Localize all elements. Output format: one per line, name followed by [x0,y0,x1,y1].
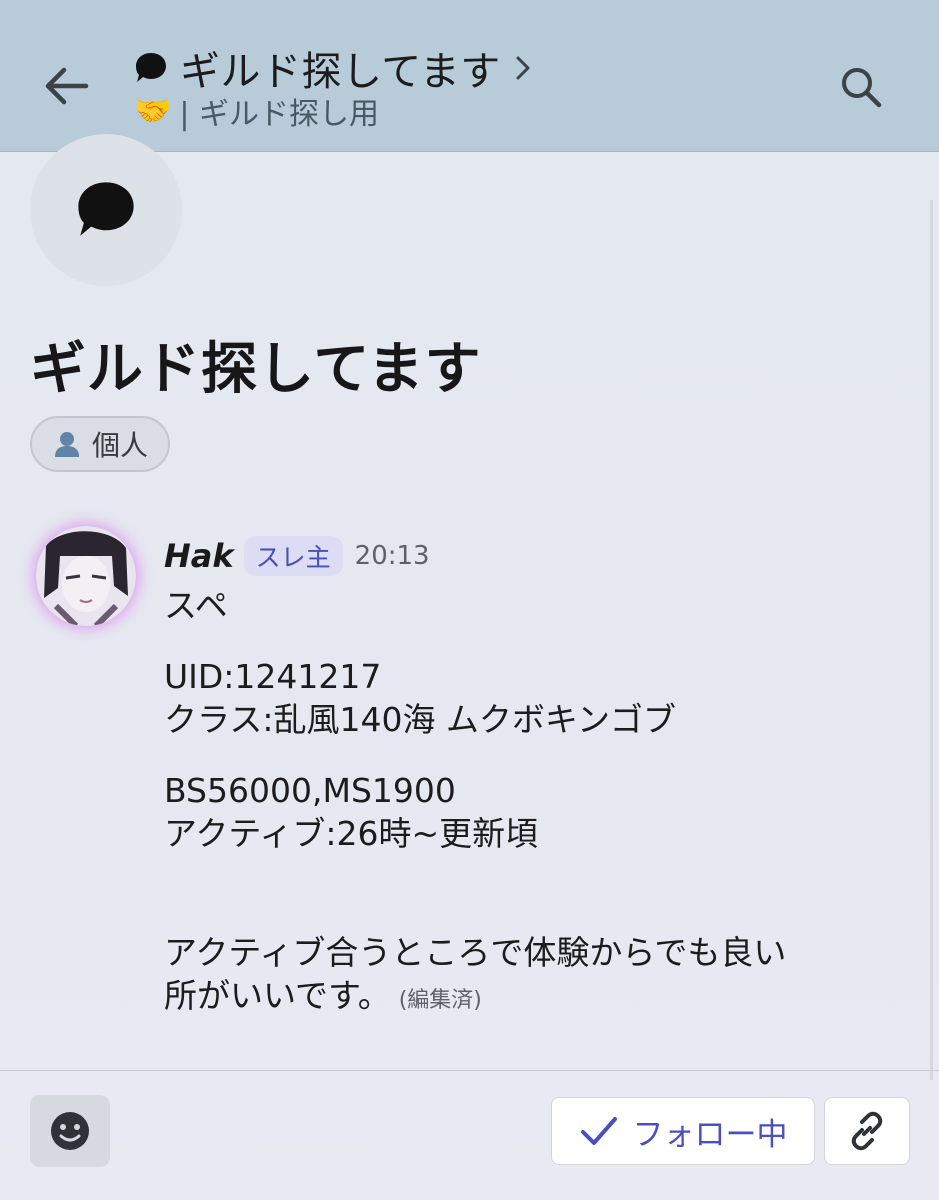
message-line: BS56000,MS1900 [164,771,456,810]
speech-bubble-icon [78,182,134,236]
channel-title-row[interactable]: ギルド探してます [132,42,533,95]
scrollbar-track [930,200,933,1080]
message-line: スペ [164,586,228,625]
message-line: アクティブ合うところで体験からでも良い [164,933,787,972]
message-line-last: 所がいいです。 (編集済) [164,974,904,1022]
op-badge: スレ主 [243,536,343,576]
person-icon [54,432,79,457]
thread-tag-label: 個人 [91,429,148,462]
smiley-icon [51,1112,89,1150]
follow-button[interactable]: フォロー中 [551,1097,815,1165]
channel-subtitle-row: 🤝 | ギルド探し用 [134,92,380,133]
message-line: UID:1241217 [164,657,382,696]
chevron-right-icon [516,56,530,80]
arrow-left-icon [45,67,89,105]
speech-bubble-icon [136,53,166,82]
message-body: スペ UID:1241217 クラス:乱風140海 ムクボキンゴブ BS5600… [164,584,904,1022]
channel-subtitle: | ギルド探し用 [179,97,380,132]
thread-title: ギルド探してます [30,337,482,402]
edited-label: (編集済) [398,988,482,1013]
handshake-icon: 🤝 [134,93,172,129]
checkmark-icon [580,1117,617,1145]
avatar[interactable] [36,526,136,626]
thread-icon-avatar [30,134,182,286]
message-line: アクティブ:26時~更新頃 [164,814,539,853]
top-bar: ギルド探してます 🤝 | ギルド探し用 [0,0,939,152]
message-line-text: 所がいいです。 [164,976,391,1015]
search-button[interactable] [832,58,890,116]
thread-tag[interactable]: 個人 [30,416,170,472]
link-icon [851,1111,883,1151]
back-button[interactable] [38,58,94,114]
reaction-button[interactable] [30,1095,110,1167]
message-header: Hak スレ主 20:13 [164,534,430,578]
follow-button-label: フォロー中 [632,1116,788,1153]
message-timestamp: 20:13 [354,541,430,571]
author-name[interactable]: Hak [164,537,234,575]
copy-link-button[interactable] [824,1097,910,1165]
bottom-divider [0,1070,939,1071]
avatar-illustration [36,526,136,626]
message-line: クラス:乱風140海 ムクボキンゴブ [164,700,676,739]
search-icon [842,68,882,108]
